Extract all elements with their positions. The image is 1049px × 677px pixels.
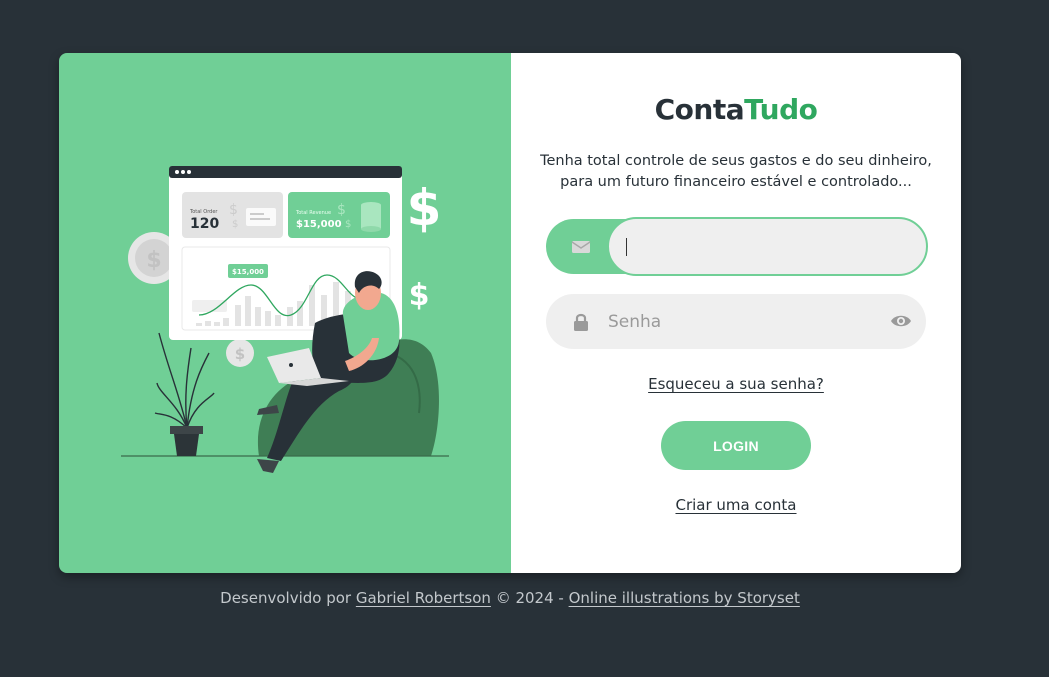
eye-icon[interactable] (890, 312, 912, 330)
total-revenue-label: Total Revenue (295, 210, 331, 216)
brand-logo: ContaTudo (511, 93, 961, 126)
text-caret (626, 238, 627, 256)
author-link[interactable]: Gabriel Robertson (356, 589, 491, 607)
envelope-icon (571, 241, 591, 253)
illustration-panel: $ $ $ $ Total Order 120 $ $ Total Revenu… (59, 53, 511, 573)
footer: Desenvolvido por Gabriel Robertson © 202… (0, 589, 1020, 607)
storyset-credit-link[interactable]: Online illustrations by Storyset (569, 589, 800, 607)
login-form-panel: ContaTudo Tenha total controle de seus g… (511, 53, 961, 573)
person-shoe (257, 459, 279, 473)
forgot-password-row: Esqueceu a sua senha? (511, 374, 961, 393)
tagline: Tenha total controle de seus gastos e do… (540, 153, 932, 190)
footer-prefix: Desenvolvido por (220, 589, 356, 607)
chart-callout-value: $15,000 (232, 268, 264, 276)
coin-small-dollar-sign: $ (235, 345, 245, 363)
password-field (546, 294, 926, 349)
lock-icon (574, 313, 588, 331)
finance-illustration: $ $ $ $ Total Order 120 $ $ Total Revenu… (121, 166, 449, 473)
card-dollar-sign: $ (229, 202, 238, 218)
email-field (546, 217, 928, 276)
total-order-label: Total Order (189, 209, 218, 215)
coin-dollar-sign: $ (146, 248, 161, 273)
email-input[interactable] (609, 219, 926, 274)
create-account-row: Criar uma conta (511, 495, 961, 514)
brand-part1: Conta (654, 93, 745, 126)
footer-middle: © 2024 - (490, 589, 569, 607)
email-input-wrapper (607, 217, 928, 276)
plant-pot (174, 434, 199, 456)
create-account-link[interactable]: Criar uma conta (675, 496, 796, 514)
total-revenue-value: $15,000 (296, 219, 342, 230)
card-dollar-sign-small: $ (232, 219, 238, 230)
forgot-password-link[interactable]: Esqueceu a sua senha? (648, 375, 824, 393)
dollar-sign-small-icon: $ (409, 278, 430, 313)
dollar-sign-icon: $ (407, 179, 442, 237)
login-button[interactable]: LOGIN (661, 421, 811, 470)
browser-titlebar (169, 166, 402, 178)
password-input[interactable] (608, 294, 878, 349)
brand-part2: Tudo (744, 93, 818, 126)
revenue-dollar-sign: $ (337, 202, 346, 218)
plant (154, 332, 215, 456)
login-card: $ $ $ $ Total Order 120 $ $ Total Revenu… (59, 53, 961, 573)
total-order-value: 120 (190, 216, 219, 232)
revenue-dollar-sign-small: $ (345, 219, 351, 230)
